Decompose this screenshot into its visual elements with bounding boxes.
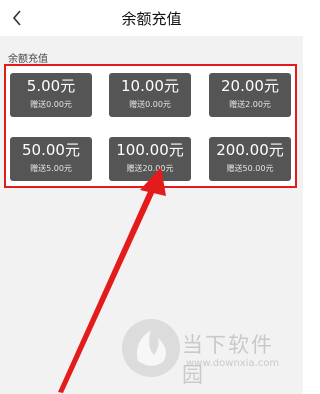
watermark-logo-icon [122,319,180,377]
watermark: 当下软件园 www.downxia.com [120,317,290,387]
watermark-url: www.downxia.com [186,358,280,369]
